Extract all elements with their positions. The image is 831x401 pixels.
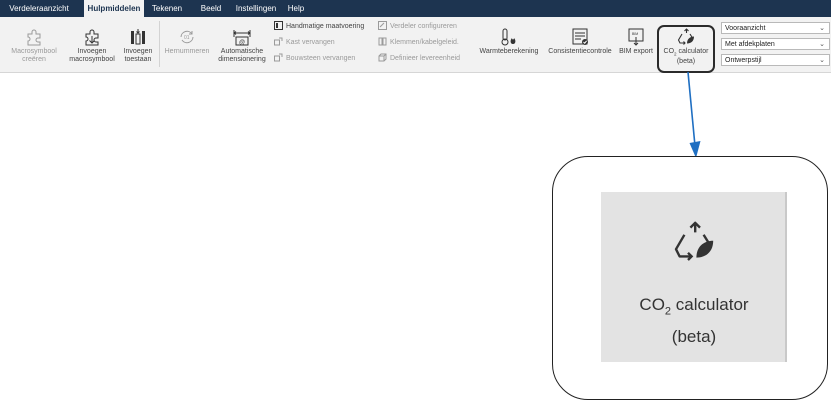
svg-text:01: 01 xyxy=(184,35,190,41)
renumber-label: Hernummeren xyxy=(164,48,210,55)
recycle-leaf-icon xyxy=(674,221,714,261)
style-dropdown[interactable]: Ontwerpstijl ⌄ xyxy=(721,54,830,66)
puzzle-icon xyxy=(27,29,41,46)
configure-distributor-label: Verdeler configureren xyxy=(390,23,457,30)
renumber-icon: 01 xyxy=(180,30,194,44)
plates-dropdown[interactable]: Met afdekplaten ⌄ xyxy=(721,38,830,50)
bim-export-button[interactable]: BIM BIM export xyxy=(616,28,656,56)
terminals-cable-label: Klemmen/kabelgeleid. xyxy=(390,39,459,46)
macro-create-button[interactable]: Macrosymbool creëren xyxy=(4,28,64,64)
chevron-down-icon: ⌄ xyxy=(819,41,825,48)
manual-dimension-button[interactable]: Handmatige maatvoering xyxy=(274,21,364,31)
terminals-cable-button[interactable]: Klemmen/kabelgeleid. xyxy=(378,37,459,47)
consistency-label: Consistentiecontrole xyxy=(548,48,612,55)
insert-macro-button[interactable]: Invoegen macrosymbool xyxy=(64,28,120,64)
configure-distributor-icon xyxy=(378,21,387,30)
heat-calc-button[interactable]: Warmteberekening xyxy=(474,28,544,56)
replace-cabinet-button[interactable]: Kast vervangen xyxy=(274,37,335,47)
auto-dimension-label: Automatische dimensionering xyxy=(218,48,266,63)
heat-calc-label: Warmteberekening xyxy=(479,48,539,55)
insert-allow-label: Invoegen toestaan xyxy=(123,48,153,63)
replace-block-button[interactable]: Bouwsteen vervangen xyxy=(274,53,355,63)
manual-dimension-label: Handmatige maatvoering xyxy=(286,23,365,30)
zoom-edge-divider xyxy=(785,192,787,362)
tab-beeld[interactable]: Beeld xyxy=(196,0,226,17)
co2-highlight-outline xyxy=(657,25,715,73)
define-delivery-unit-label: Definieer levereenheid xyxy=(390,55,461,62)
manual-dimension-icon xyxy=(274,21,283,30)
define-delivery-unit-button[interactable]: Definieer levereenheid xyxy=(378,53,460,63)
calculator-text: calculator xyxy=(671,295,749,314)
replace-block-icon xyxy=(274,53,283,62)
thermometer-flame-icon xyxy=(501,28,516,46)
puzzle-insert-icon xyxy=(85,29,99,46)
renumber-button[interactable]: 01 Hernummeren xyxy=(160,28,214,56)
configure-distributor-button[interactable]: Verdeler configureren xyxy=(378,21,457,31)
view-dropdown-value: Vooraanzicht xyxy=(725,25,766,32)
svg-text:@: @ xyxy=(239,40,245,46)
tab-hulpmiddelen[interactable]: Hulpmiddelen xyxy=(84,0,144,17)
bim-export-label: BIM export xyxy=(619,48,653,55)
insert-allow-button[interactable]: Invoegen toestaan xyxy=(120,28,156,64)
co2-calculator-zoom-label: CO2 calculator (beta) xyxy=(601,292,787,350)
replace-cabinet-label: Kast vervangen xyxy=(286,39,335,46)
replace-block-label: Bouwsteen vervangen xyxy=(286,55,356,62)
chevron-down-icon: ⌄ xyxy=(819,25,825,32)
chevron-down-icon: ⌄ xyxy=(819,57,825,64)
terminals-icon xyxy=(378,37,387,46)
auto-dimension-icon: @ xyxy=(233,30,251,46)
svg-text:BIM: BIM xyxy=(632,32,638,36)
tab-instellingen[interactable]: Instellingen xyxy=(232,0,280,17)
replace-cabinet-icon xyxy=(274,37,283,46)
ribbon-tab-bar: Verdeleraanzicht Hulpmiddelen Tekenen Be… xyxy=(0,0,831,17)
checklist-icon xyxy=(572,28,588,45)
tab-tekenen[interactable]: Tekenen xyxy=(148,0,186,17)
insert-allow-icon xyxy=(131,29,145,45)
co2-calculator-zoom: CO2 calculator (beta) xyxy=(601,192,787,362)
tab-verdeleraanzicht[interactable]: Verdeleraanzicht xyxy=(0,0,78,17)
tab-help[interactable]: Help xyxy=(284,0,308,17)
macro-create-label: Macrosymbool creëren xyxy=(11,48,57,63)
co2-beta-label: (beta) xyxy=(671,327,717,347)
consistency-button[interactable]: Consistentiecontrole xyxy=(544,28,616,56)
style-dropdown-value: Ontwerpstijl xyxy=(725,57,762,64)
co2-text: CO xyxy=(639,295,665,314)
plates-dropdown-value: Met afdekplaten xyxy=(725,41,775,48)
view-dropdown[interactable]: Vooraanzicht ⌄ xyxy=(721,22,830,34)
auto-dimension-button[interactable]: @ Automatische dimensionering xyxy=(214,28,270,64)
bim-export-icon: BIM xyxy=(628,28,644,46)
delivery-unit-icon xyxy=(378,53,387,62)
callout-arrow-icon xyxy=(687,71,701,158)
insert-macro-label: Invoegen macrosymbool xyxy=(69,48,115,63)
